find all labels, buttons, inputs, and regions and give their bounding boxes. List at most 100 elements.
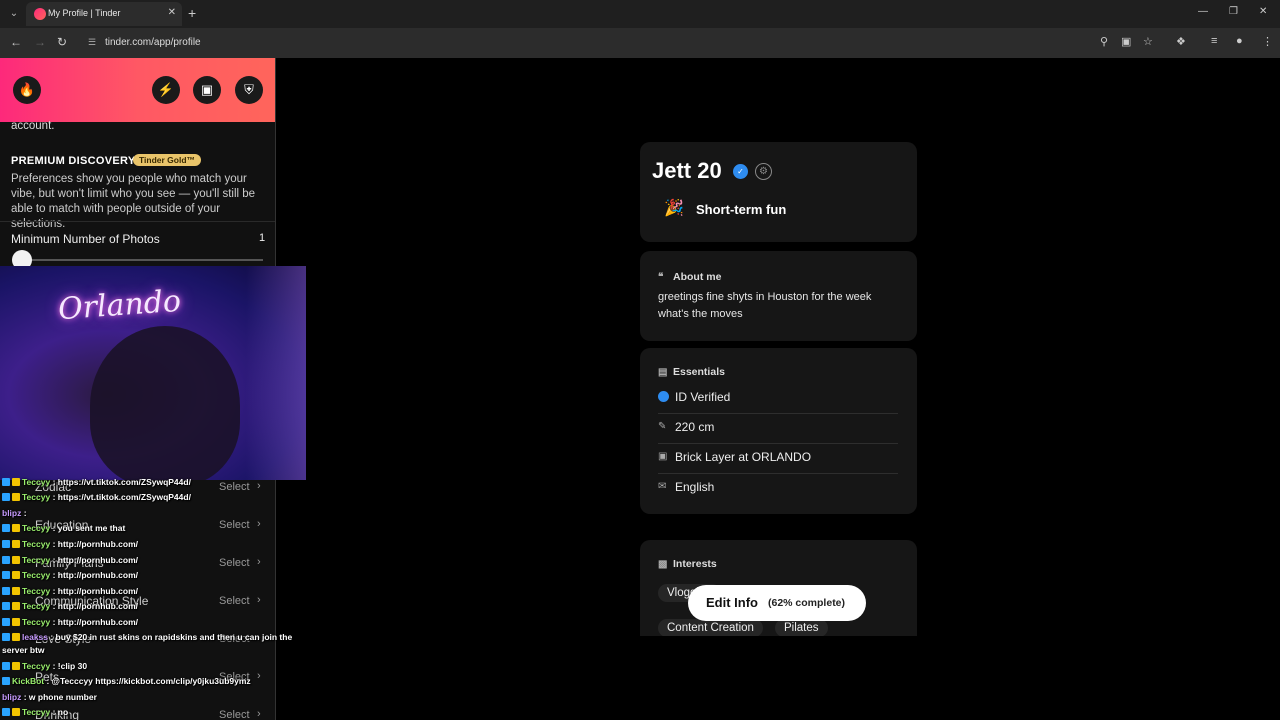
browser-tabbar: ⌄ My Profile | Tinder ✕ + — ❐ ✕ xyxy=(0,0,1280,28)
chat-badge-icon xyxy=(12,540,20,548)
chevron-right-icon: › xyxy=(257,594,261,606)
chat-message: Teccyy : http://pornhub.com/ xyxy=(2,570,138,580)
essential-row: ✎ 220 cm xyxy=(658,414,898,444)
chevron-right-icon: › xyxy=(257,480,261,492)
min-photos-slider-track[interactable] xyxy=(22,259,263,261)
profile-flame-icon[interactable]: 🔥 xyxy=(13,76,41,104)
essentials-card: ▤ Essentials ID Verified ✎ 220 cm ▣ Brick… xyxy=(640,348,917,514)
about-text: greetings fine shyts in Houston for the … xyxy=(658,291,872,320)
chat-message: Teccyy : !clip 30 xyxy=(2,661,87,671)
forward-icon[interactable]: → xyxy=(34,35,46,49)
install-app-icon[interactable]: ▣ xyxy=(1121,35,1131,48)
chat-badge-icon xyxy=(2,677,10,685)
explore-briefcase-icon[interactable]: ▣ xyxy=(193,76,221,104)
chat-message: Teccyy : http://pornhub.com/ xyxy=(2,555,138,565)
webcam-overlay: Orlando xyxy=(0,266,306,480)
interest-chip: Pilates xyxy=(775,619,828,636)
chat-message: Teccyy : http://pornhub.com/ xyxy=(2,539,138,549)
chevron-right-icon: › xyxy=(257,708,261,720)
chat-badge-icon xyxy=(2,571,10,579)
chevron-right-icon: › xyxy=(257,518,261,530)
profile-completion: (62% complete) xyxy=(768,597,846,609)
browser-menu-icon[interactable]: ⋮ xyxy=(1262,35,1273,48)
about-title: ❝ About me xyxy=(658,271,722,283)
profile-name-age: Jett 20 xyxy=(652,158,722,183)
chat-message: blipz : xyxy=(2,508,27,518)
webcam-light-glow xyxy=(246,266,306,480)
language-icon: ✉ xyxy=(658,481,667,492)
site-info-icon[interactable]: ☰ xyxy=(88,37,96,48)
chat-badge-icon xyxy=(2,633,10,641)
chat-message: KickBot : @Tecccyy https://kickbot.com/c… xyxy=(2,676,251,686)
ruler-icon: ✎ xyxy=(658,421,667,432)
chat-message: Teccyy : https://vt.tiktok.com/ZSywqP44d… xyxy=(2,492,191,502)
essential-row: ID Verified xyxy=(658,384,898,414)
setting-select: Select xyxy=(219,595,250,607)
reload-icon[interactable]: ↻ xyxy=(57,35,67,49)
extensions-icon[interactable]: ❖ xyxy=(1176,35,1186,48)
chat-badge-icon xyxy=(12,662,20,670)
minimize-icon[interactable]: — xyxy=(1198,6,1208,17)
chat-badge-icon xyxy=(2,540,10,548)
chat-badge-icon xyxy=(12,571,20,579)
close-window-icon[interactable]: ✕ xyxy=(1259,6,1267,17)
briefcase-icon: ▣ xyxy=(658,451,668,462)
chat-badge-icon xyxy=(2,478,10,486)
tinder-favicon-icon xyxy=(34,8,46,20)
chat-message: leakss : buy $20 in rust skins on rapids… xyxy=(2,632,292,642)
chat-message: Teccyy : you sent me that xyxy=(2,523,125,533)
interests-title: ▩ Interests xyxy=(658,558,717,570)
chevron-right-icon: › xyxy=(257,556,261,568)
tab-search-icon[interactable]: ⌄ xyxy=(6,6,22,22)
bookmark-star-icon[interactable]: ☆ xyxy=(1143,35,1153,48)
close-tab-icon[interactable]: ✕ xyxy=(168,7,176,18)
chat-badge-icon xyxy=(2,618,10,626)
edit-info-button[interactable]: Edit Info (62% complete) xyxy=(688,585,866,621)
browser-tab[interactable]: My Profile | Tinder ✕ xyxy=(26,2,182,26)
boost-bolt-icon[interactable]: ⚡ xyxy=(152,76,180,104)
about-card: ❝ About me greetings fine shyts in Housto… xyxy=(640,251,917,341)
party-popper-icon: 🎉 xyxy=(664,200,684,217)
relationship-goal: Short-term fun xyxy=(696,202,787,217)
settings-gear-icon[interactable]: ⚙ xyxy=(755,163,772,180)
left-header: 🔥 ⚡ ▣ ⛨ xyxy=(0,58,275,122)
neon-sign-text: Orlando xyxy=(56,283,183,328)
chat-badge-icon xyxy=(2,493,10,501)
profile-header-card: Jett 20 ✓ ⚙ 🎉 Short-term fun xyxy=(640,142,917,242)
chat-badge-icon xyxy=(12,633,20,641)
setting-select: Select xyxy=(219,709,250,720)
tinder-gold-badge: Tinder Gold™ xyxy=(133,154,202,166)
chat-message: Teccyy : http://pornhub.com/ xyxy=(2,601,138,611)
id-card-icon: ▤ xyxy=(658,367,668,378)
chat-message: blipz : w phone number xyxy=(2,692,97,702)
tab-title: My Profile | Tinder xyxy=(48,8,121,18)
restore-icon[interactable]: ❐ xyxy=(1229,6,1238,17)
media-controls-icon[interactable]: ≡ xyxy=(1211,35,1217,47)
chat-badge-icon xyxy=(2,708,10,716)
divider xyxy=(0,221,275,222)
back-icon[interactable]: ← xyxy=(10,35,22,49)
chat-badge-icon xyxy=(12,708,20,716)
profile-preview: Jett 20 ✓ ⚙ 🎉 Short-term fun ❝ About me g… xyxy=(640,142,917,636)
chat-message: Teccyy : http://pornhub.com/ xyxy=(2,586,138,596)
edit-info-label: Edit Info xyxy=(706,595,758,610)
essentials-title: ▤ Essentials xyxy=(658,366,725,378)
safety-shield-icon[interactable]: ⛨ xyxy=(235,76,263,104)
setting-select: Select xyxy=(219,481,250,493)
chat-badge-icon xyxy=(2,602,10,610)
new-tab-icon[interactable]: + xyxy=(188,5,196,21)
setting-select: Select xyxy=(219,557,250,569)
zoom-icon[interactable]: ⚲ xyxy=(1100,35,1108,48)
profile-avatar-icon[interactable]: ● xyxy=(1236,35,1243,47)
essential-row: ▣ Brick Layer at ORLANDO xyxy=(658,444,898,474)
address-bar[interactable]: ☰ tinder.com/app/profile xyxy=(80,32,1160,54)
chat-badge-icon xyxy=(12,587,20,595)
chat-message: Teccyy : https://vt.tiktok.com/ZSywqP44d… xyxy=(2,477,191,487)
min-photos-label: Minimum Number of Photos xyxy=(11,232,160,246)
account-text: account. xyxy=(11,120,55,132)
chat-badge-icon xyxy=(2,662,10,670)
grid-icon: ▩ xyxy=(658,559,668,570)
chat-message: Teccyy : http://pornhub.com/ xyxy=(2,617,138,627)
streamer-silhouette xyxy=(90,326,240,480)
chat-badge-icon xyxy=(2,524,10,532)
